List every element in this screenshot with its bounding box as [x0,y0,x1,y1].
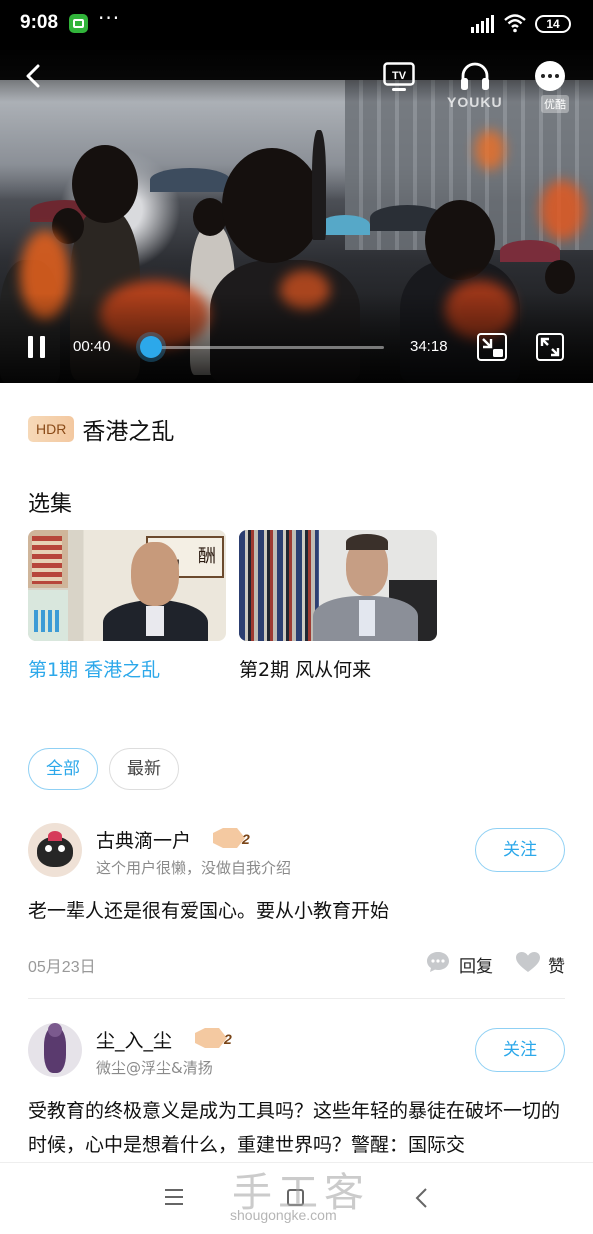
wechat-app-icon [69,14,88,33]
status-bar: 9:08 ··· 14 [0,0,593,50]
headphones-icon[interactable] [459,61,491,91]
like-button[interactable]: 赞 [548,952,565,977]
youku-watermark-cn: 优酷 [541,95,569,113]
comment-date: 05月23日 [28,959,96,976]
comment-text: 受教育的终极意义是成为工具吗？这些年轻的暴徒在破坏一切的时候，心中是想着什么，重… [28,1100,561,1156]
reply-icon[interactable] [426,951,450,973]
level-number: 2 [223,1031,232,1047]
site-watermark-url: shougongke.com [230,1207,337,1223]
battery-icon: 14 [535,15,571,33]
filter-all-chip[interactable]: 全部 [28,748,98,790]
mini-window-icon[interactable] [477,333,507,361]
user-bio: 微尘@浮尘&清扬 [96,1059,213,1077]
episode-card-2[interactable]: 第2期 风从何来 [239,530,437,682]
more-notifications-indicator: ··· [98,6,121,30]
follow-button[interactable]: 关注 [475,1028,565,1072]
episodes-heading: 选集 [28,492,73,517]
level-badge: 2 [195,1028,232,1048]
pause-icon[interactable] [28,336,46,358]
comment-username[interactable]: 古典滴一户 [96,826,191,853]
wifi-icon [504,14,526,33]
clock: 9:08 [20,12,59,33]
avatar[interactable] [28,823,82,877]
heart-icon[interactable] [515,951,541,973]
level-number: 2 [241,831,250,847]
episode-label[interactable]: 第1期 香港之乱 [28,655,226,682]
comment-username[interactable]: 尘_入_尘 [96,1026,172,1053]
video-player[interactable]: TV YOUKU 优酷 00:40 34:18 [0,50,593,383]
comment-divider [28,998,565,999]
svg-text:TV: TV [392,70,407,82]
follow-button[interactable]: 关注 [475,828,565,872]
episode-thumbnail[interactable]: 勤 酬 [28,530,226,641]
level-badge: 2 [213,828,250,848]
episode-label[interactable]: 第2期 风从何来 [239,655,437,682]
fullscreen-icon[interactable] [536,333,564,361]
total-duration: 34:18 [410,338,448,355]
episode-card-1[interactable]: 勤 酬 第1期 香港之乱 [28,530,226,682]
signal-icon [471,15,494,33]
menu-icon[interactable] [165,1189,183,1205]
back-icon[interactable] [22,64,46,88]
elapsed-time: 00:40 [73,338,111,355]
show-title: 香港之乱 [82,419,175,445]
progress-knob[interactable] [139,336,162,358]
user-bio: 这个用户很懒，没做自我介绍 [96,859,292,877]
show-title-row: HDR 香港之乱 [28,413,174,445]
progress-track[interactable] [146,346,384,349]
reply-button[interactable]: 回复 [459,952,493,977]
hdr-badge: HDR [28,416,75,442]
comment-text: 老一辈人还是很有爱国心。要从小教育开始 [28,900,390,922]
avatar[interactable] [28,1023,82,1077]
filter-latest-chip[interactable]: 最新 [109,748,179,790]
back-nav-icon[interactable] [412,1187,432,1209]
tv-cast-icon[interactable]: TV [383,62,415,92]
more-icon[interactable] [535,61,565,91]
episode-thumbnail[interactable] [239,530,437,641]
youku-watermark: YOUKU [447,94,503,110]
